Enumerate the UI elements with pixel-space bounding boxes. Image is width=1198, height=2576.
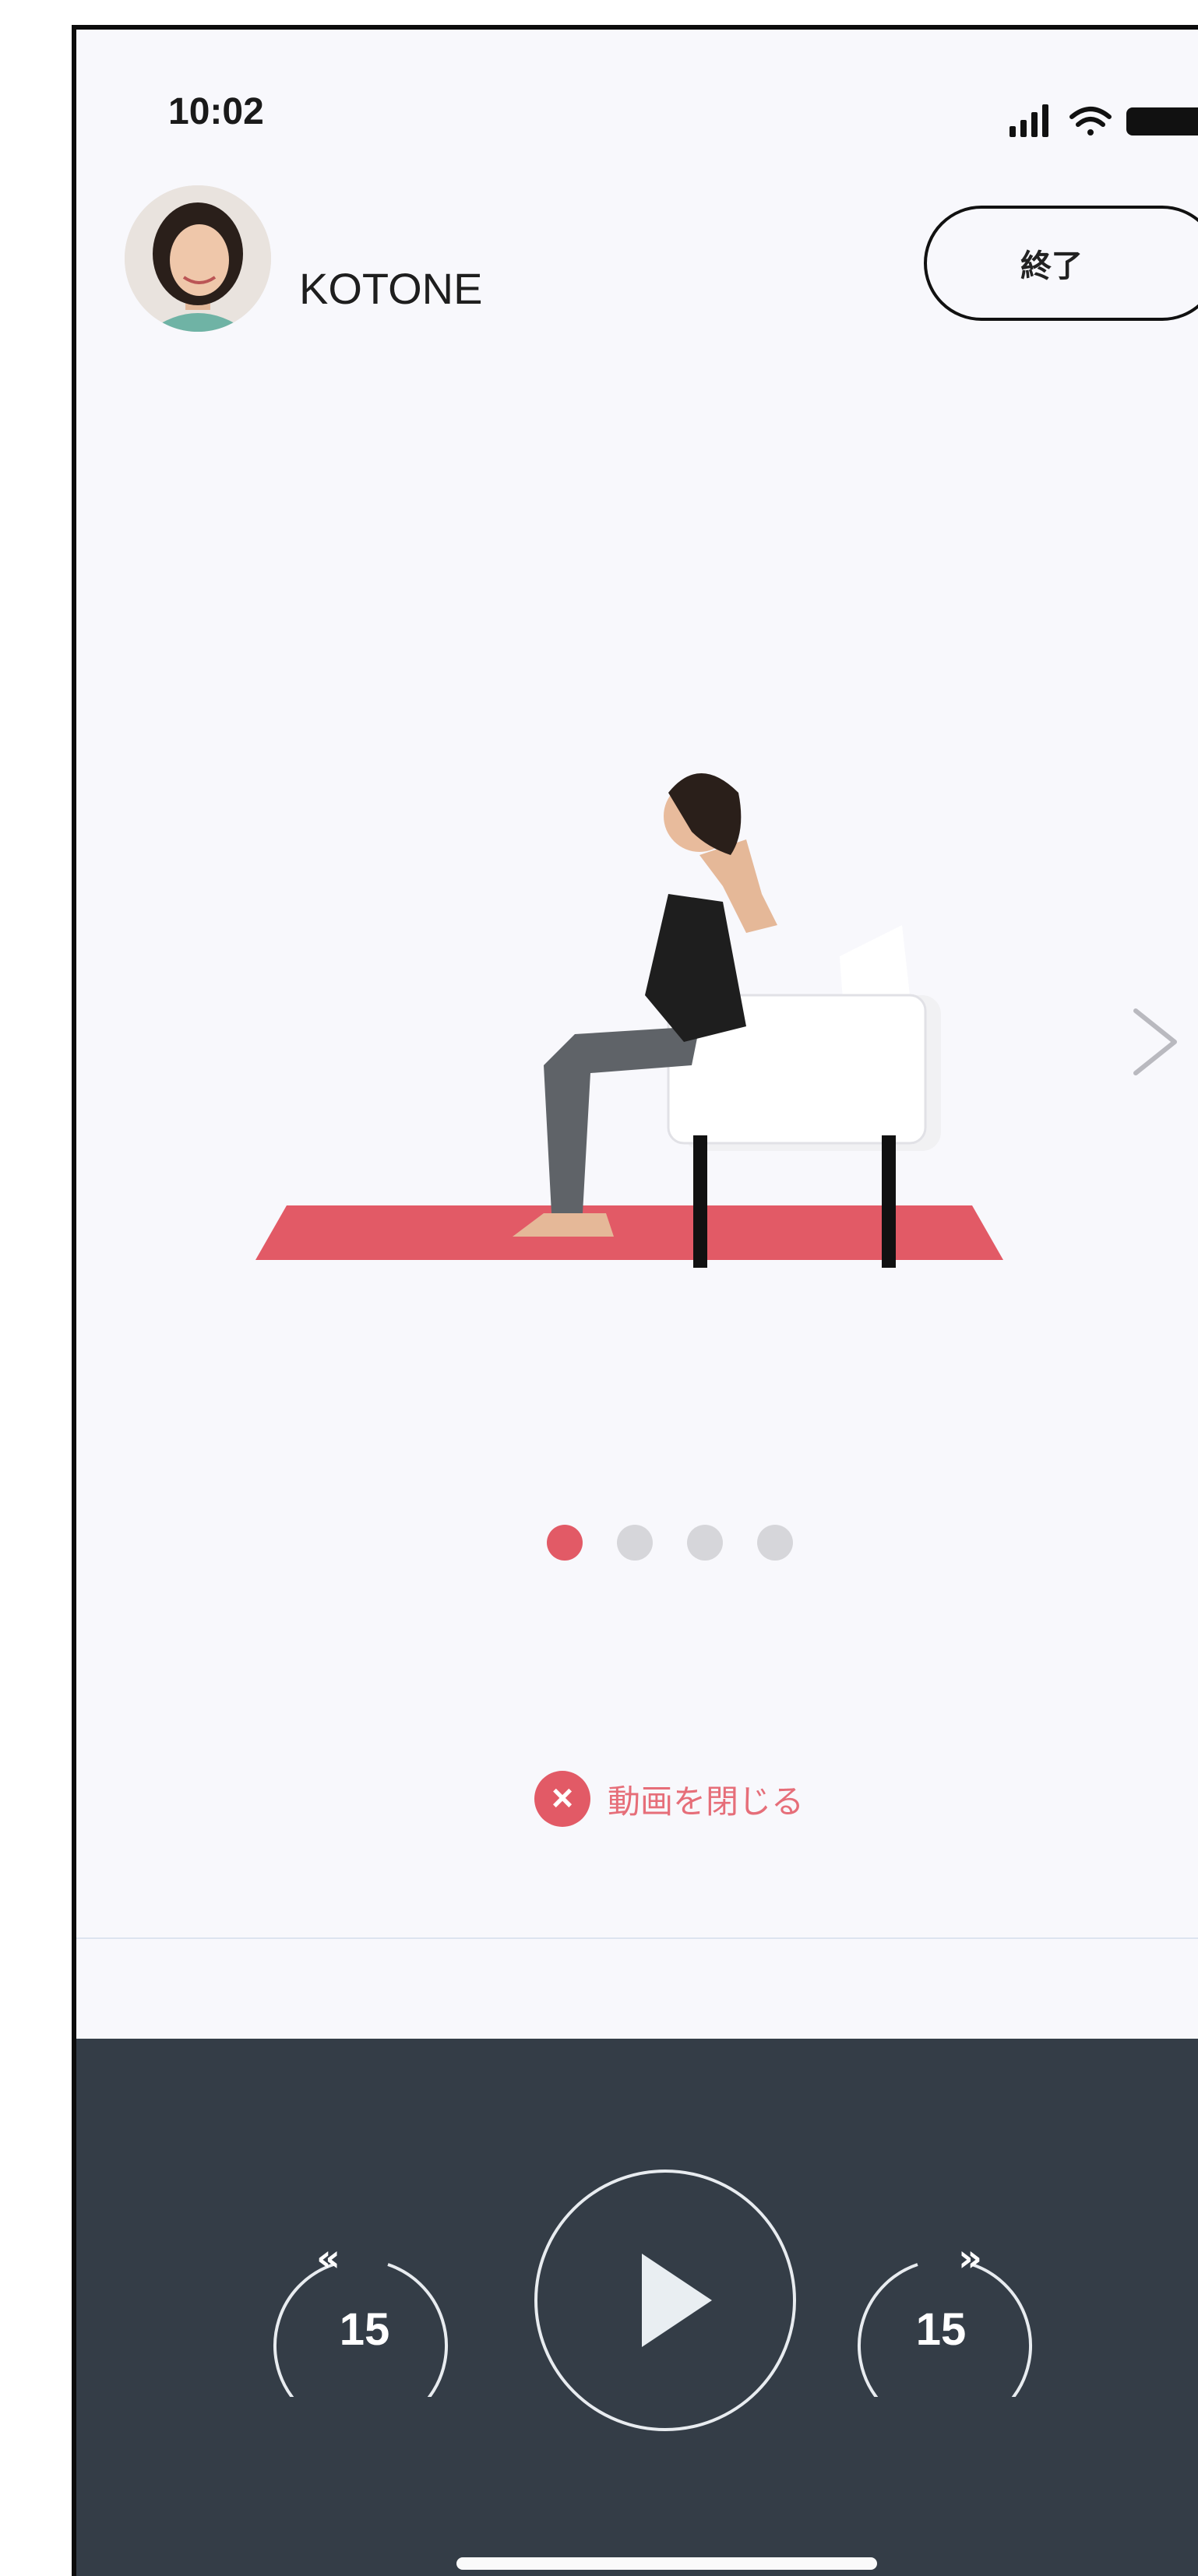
close-video-button[interactable]: × 動画を閉じる <box>534 1771 804 1827</box>
chevron-right-icon[interactable] <box>1120 995 1190 1089</box>
player-controls: « 15 » 15 <box>76 2039 1198 2576</box>
status-icons <box>1009 104 1198 137</box>
battery-icon <box>1126 107 1198 135</box>
svg-text:»: » <box>958 2236 982 2280</box>
carousel-dot[interactable] <box>757 1525 793 1561</box>
exercise-illustration <box>255 773 1003 1268</box>
play-icon <box>642 2254 712 2347</box>
end-button[interactable]: 終了 <box>924 206 1198 321</box>
divider <box>76 1937 1198 1939</box>
forward-seconds: 15 <box>915 2304 967 2355</box>
signal-icon <box>1009 104 1048 137</box>
rewind-seconds: 15 <box>339 2304 390 2355</box>
carousel-dot[interactable] <box>617 1525 653 1561</box>
close-circle-icon: × <box>534 1771 590 1827</box>
svg-text:«: « <box>316 2236 340 2280</box>
home-indicator <box>456 2557 877 2570</box>
instructor-name: KOTONE <box>299 264 483 313</box>
carousel-dots <box>547 1525 793 1561</box>
carousel-dot[interactable] <box>687 1525 723 1561</box>
phone-screen: 10:02 KOTONE 終了 × 動画を閉じる « 15 » 15 <box>72 25 1198 2576</box>
carousel-dot[interactable] <box>547 1525 583 1561</box>
avatar <box>125 185 271 332</box>
rewind-15-button[interactable]: « 15 <box>271 2210 458 2433</box>
close-video-label: 動画を閉じる <box>608 1782 805 1821</box>
play-button[interactable] <box>533 2168 798 2433</box>
forward-15-button[interactable]: » 15 <box>847 2210 1034 2433</box>
wifi-icon <box>1069 107 1112 135</box>
status-time: 10:02 <box>168 91 264 132</box>
